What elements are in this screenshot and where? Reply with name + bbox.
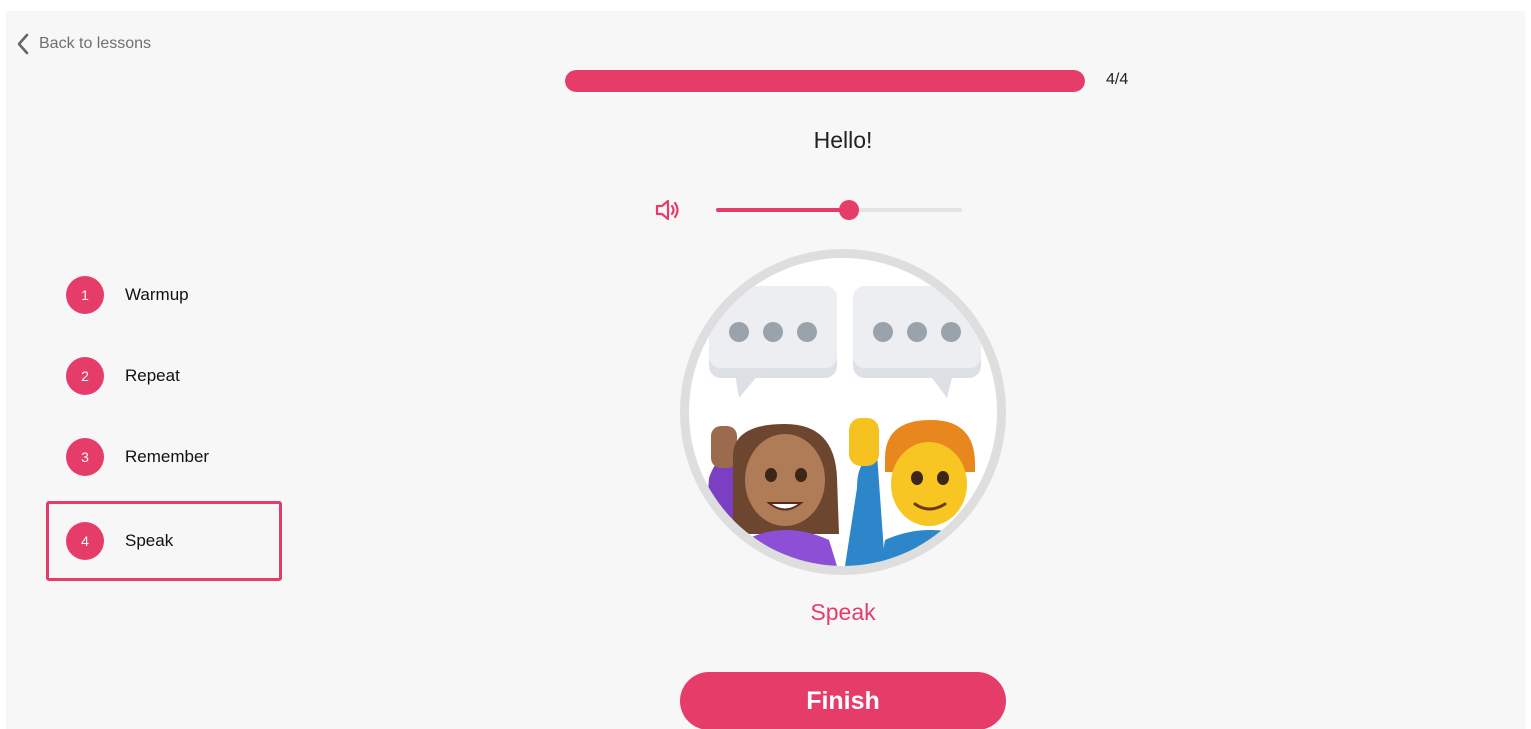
back-link-label: Back to lessons [39, 35, 152, 52]
chevron-left-icon [17, 33, 29, 55]
step-speak[interactable]: 4 Speak [46, 501, 282, 581]
audio-progress-slider[interactable] [716, 200, 962, 220]
step-number-badge: 2 [66, 357, 104, 395]
step-repeat[interactable]: 2 Repeat [46, 338, 282, 414]
lesson-progress-fill [565, 70, 1085, 92]
woman-raising-hand-icon [703, 424, 839, 566]
speaker-icon[interactable] [654, 198, 682, 222]
audio-slider-thumb[interactable] [838, 200, 859, 220]
audio-progress-fill [716, 208, 849, 212]
speech-bubble-left-icon [709, 286, 837, 398]
step-number-badge: 3 [66, 438, 104, 476]
lesson-progress-bar [565, 70, 1085, 92]
step-label: Remember [125, 447, 210, 466]
step-label: Repeat [125, 366, 180, 385]
progress-count: 4/4 [1106, 71, 1129, 88]
audio-player [654, 198, 962, 222]
step-number-badge: 1 [66, 276, 104, 314]
two-people-talking-icon [680, 249, 1006, 575]
lesson-screen: Back to lessons 4/4 Hello! 1 Warmup 2 Re… [6, 11, 1525, 729]
step-label: Speak [125, 531, 174, 550]
step-warmup[interactable]: 1 Warmup [46, 257, 282, 333]
step-label: Warmup [125, 285, 189, 304]
activity-label: Speak [810, 599, 876, 625]
finish-button[interactable]: Finish [680, 672, 1006, 729]
back-to-lessons-link[interactable]: Back to lessons [16, 33, 151, 55]
speech-bubble-right-icon [853, 286, 981, 398]
phrase-text: Hello! [813, 127, 873, 153]
man-raising-hand-icon [845, 418, 985, 566]
step-remember[interactable]: 3 Remember [46, 419, 282, 495]
step-number-badge: 4 [66, 522, 104, 560]
